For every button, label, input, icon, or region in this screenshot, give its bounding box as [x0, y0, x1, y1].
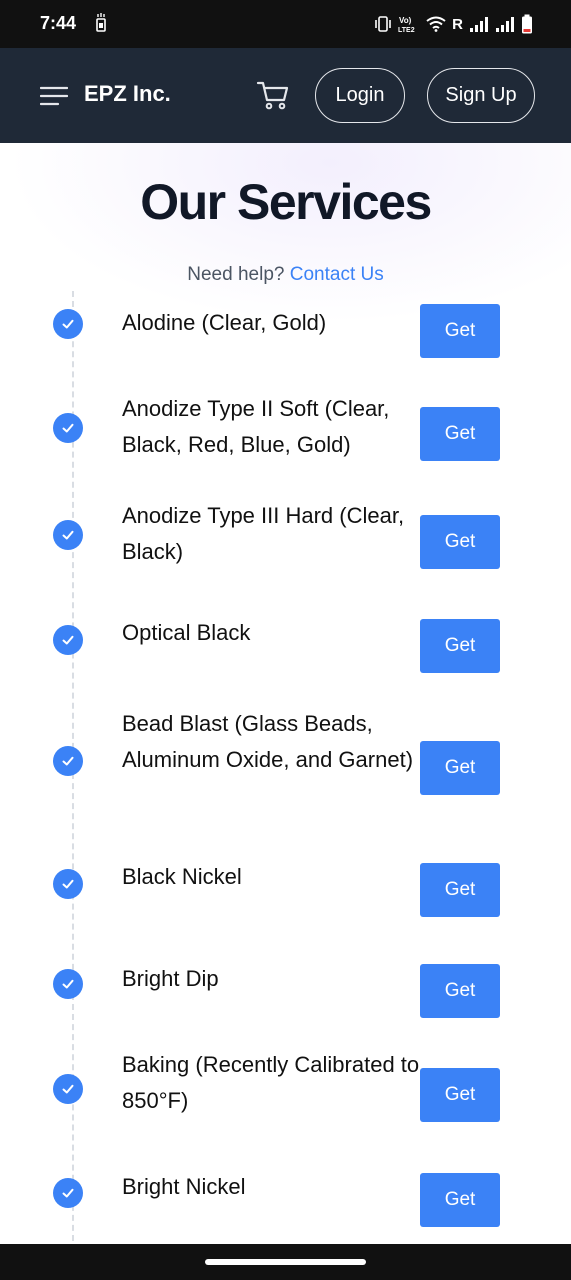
login-button[interactable]: Login — [315, 68, 405, 123]
check-circle-icon — [53, 309, 83, 339]
get-service-button[interactable]: Get — [420, 407, 500, 461]
status-icons: Vo) LTE2 R — [374, 12, 533, 36]
get-service-button[interactable]: Get — [420, 304, 500, 358]
check-circle-icon — [53, 869, 83, 899]
service-name: Baking (Recently Calibrated to 850°F) — [122, 1052, 420, 1113]
sim-icon — [96, 13, 106, 32]
get-service-button[interactable]: Get — [420, 964, 500, 1018]
vibrate-icon — [375, 16, 391, 32]
signal-icon-2 — [496, 17, 514, 32]
get-service-button[interactable]: Get — [420, 619, 500, 673]
check-circle-icon — [53, 520, 83, 550]
hamburger-menu-icon[interactable] — [40, 86, 68, 106]
check-circle-icon — [53, 1074, 83, 1104]
signal-icon — [470, 17, 488, 32]
get-service-button[interactable]: Get — [420, 515, 500, 569]
get-service-button[interactable]: Get — [420, 1068, 500, 1122]
signup-button[interactable]: Sign Up — [427, 68, 535, 123]
roaming-indicator: R — [452, 15, 463, 33]
service-name: Optical Black — [122, 620, 251, 645]
help-label: Need help? — [187, 264, 285, 285]
brand-name[interactable]: EPZ Inc. — [84, 81, 171, 107]
get-service-button[interactable]: Get — [420, 863, 500, 917]
service-name: Anodize Type III Hard (Clear, Black) — [122, 503, 405, 564]
cart-icon[interactable] — [256, 78, 290, 112]
get-service-button[interactable]: Get — [420, 1173, 500, 1227]
status-time: 7:44 — [40, 13, 77, 33]
service-name: Bright Nickel — [122, 1174, 246, 1199]
get-service-button[interactable]: Get — [420, 741, 500, 795]
page-title: Our Services — [140, 174, 432, 230]
app-header: EPZ Inc. Login Sign Up — [0, 48, 571, 143]
wifi-icon — [426, 16, 446, 32]
battery-icon — [522, 14, 532, 34]
home-indicator[interactable] — [205, 1259, 366, 1265]
check-circle-icon — [53, 413, 83, 443]
check-circle-icon — [53, 1178, 83, 1208]
check-circle-icon — [53, 746, 83, 776]
svg-text:Vo): Vo) — [399, 16, 412, 25]
status-bar: 7:44 Vo) LTE2 R — [0, 0, 571, 48]
contact-us-link[interactable]: Contact Us — [290, 264, 384, 285]
service-name: Alodine (Clear, Gold) — [122, 310, 327, 335]
help-text: Need help? Contact Us — [0, 264, 571, 286]
service-name: Bead Blast (Glass Beads, Aluminum Oxide,… — [122, 711, 414, 772]
service-name: Bright Dip — [122, 966, 219, 991]
service-name: Anodize Type II Soft (Clear, Black, Red,… — [122, 396, 390, 457]
service-name: Black Nickel — [122, 864, 242, 889]
navigation-bar — [0, 1244, 571, 1280]
check-circle-icon — [53, 625, 83, 655]
services-section: Our Services Need help? Contact Us Alodi… — [0, 143, 571, 1244]
svg-text:LTE2: LTE2 — [398, 27, 415, 33]
check-circle-icon — [53, 969, 83, 999]
volte-icon: Vo) LTE2 — [398, 16, 415, 33]
